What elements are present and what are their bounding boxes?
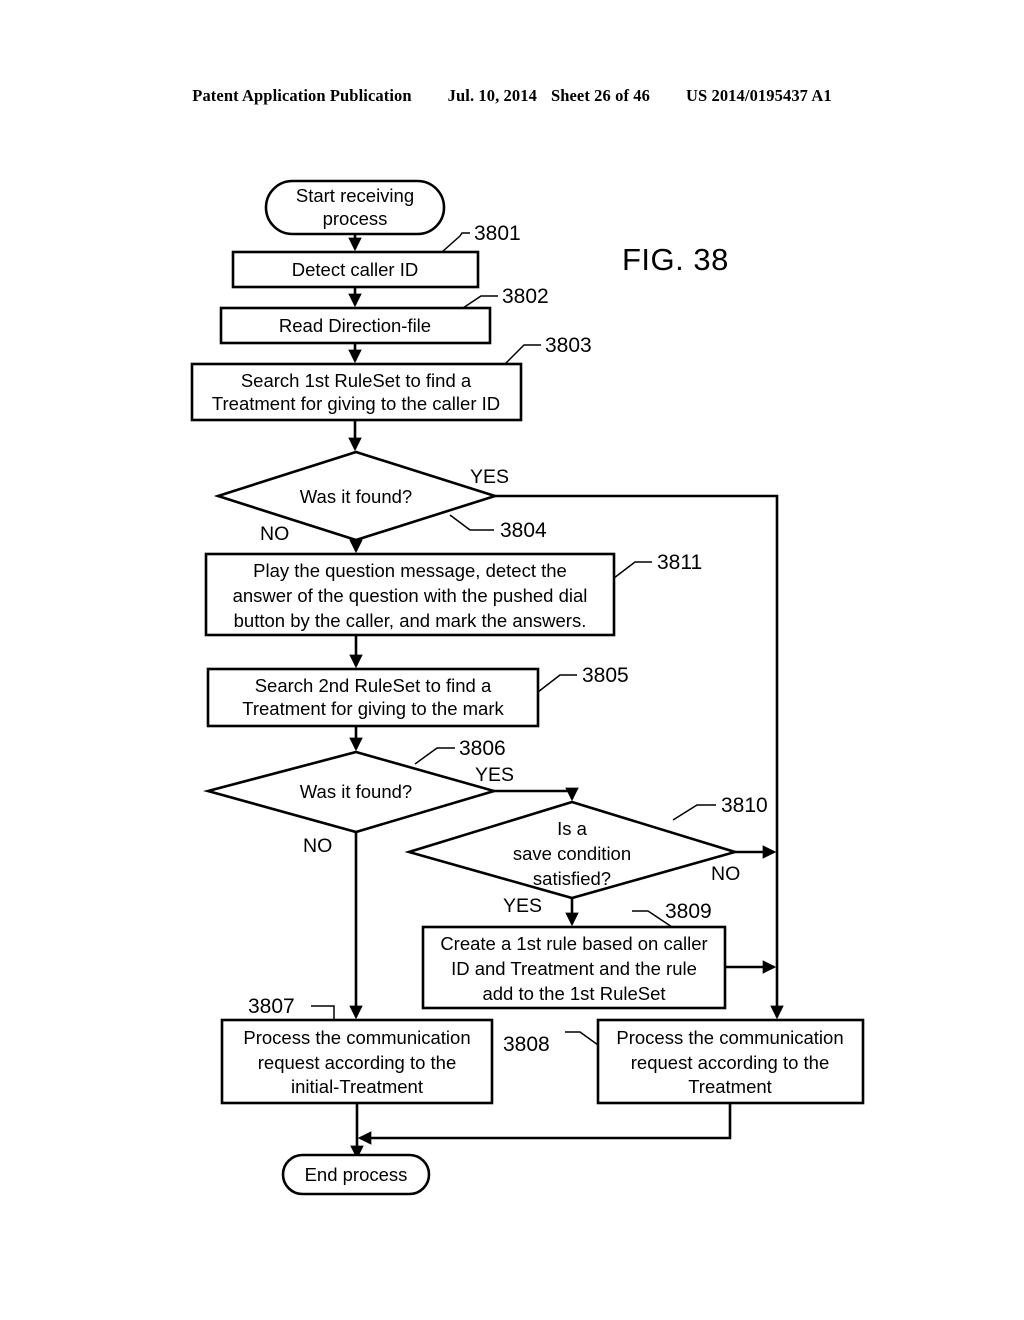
node-3810-line3: satisfied? [533,868,611,889]
node-3811-line1: Play the question message, detect the [253,560,567,581]
node-3808-line1: Process the communication [616,1027,843,1048]
branch-label-no-3804: NO [260,523,289,545]
node-3804-line1: Was it found? [300,486,412,507]
node-3811-line2: answer of the question with the pushed d… [233,585,588,606]
node-3807-line3: initial-Treatment [291,1076,423,1097]
node-3807-line1: Process the communication [243,1027,470,1048]
node-3807: Process the communication request accord… [220,1018,494,1105]
leader-3806 [414,747,455,765]
ref-3801: 3801 [474,222,521,245]
node-start-line1: Start receiving [296,185,414,206]
node-start-line2: process [323,208,388,229]
node-3801: Detect caller ID [231,250,480,289]
branch-label-yes-3804: YES [470,466,509,488]
node-start: Start receiving process [264,179,446,236]
patent-page: Patent Application Publication Jul. 10, 2… [0,0,1024,1320]
node-3808-line3: Treatment [688,1076,772,1097]
ref-3802: 3802 [502,285,549,308]
leader-3804 [449,514,494,531]
node-3809-line3: add to the 1st RuleSet [482,983,665,1004]
node-3806: Was it found? [203,750,499,834]
ref-3803: 3803 [545,334,592,357]
leader-3802 [462,295,498,309]
node-3801-line1: Detect caller ID [292,259,418,280]
node-3810-line1: Is a [557,818,588,839]
leader-3807 [311,1005,335,1020]
flowchart-38: Start receiving process Detect caller ID… [190,179,865,1196]
leader-3810 [672,804,716,821]
node-3811: Play the question message, detect the an… [204,552,616,637]
node-3803-line1: Search 1st RuleSet to find a [241,370,472,391]
branch-label-no-3810: NO [711,863,740,885]
node-3809-line2: ID and Treatment and the rule [451,958,697,979]
node-3803: Search 1st RuleSet to find a Treatment f… [190,362,523,422]
ref-3805: 3805 [582,664,629,687]
edge-3806-yes-to-3810 [494,787,579,802]
branch-label-yes-3810: YES [503,895,542,917]
node-3811-line3: button by the caller, and mark the answe… [234,610,587,631]
leader-3803 [504,344,541,365]
leader-3801 [441,235,461,253]
ref-3809: 3809 [665,900,712,923]
ref-3811: 3811 [657,551,702,574]
leader-3805 [537,674,577,693]
node-3807-line2: request according to the [258,1052,457,1073]
branch-label-no-3806: NO [303,835,332,857]
node-3809: Create a 1st rule based on caller ID and… [421,925,727,1010]
ref-3810: 3810 [721,794,768,817]
leader-3801-tail [459,232,470,237]
branch-label-yes-3806: YES [475,764,514,786]
edge-3808-to-end [357,1103,732,1145]
node-3810-line2: save condition [513,843,631,864]
node-end: End process [281,1153,431,1196]
node-3802: Read Direction-file [219,306,492,345]
node-3810: Is a save condition satisfied? [404,800,740,900]
node-3808-line2: request according to the [631,1052,830,1073]
ref-3804: 3804 [500,519,547,542]
node-3809-line1: Create a 1st rule based on caller [440,933,707,954]
node-3808: Process the communication request accord… [596,1018,865,1105]
node-3805-line2: Treatment for giving to the mark [242,698,504,719]
node-3802-line1: Read Direction-file [279,315,431,336]
leader-3811 [613,561,652,579]
node-3805: Search 2nd RuleSet to find a Treatment f… [206,667,540,728]
node-end-line1: End process [305,1164,408,1185]
ref-3808: 3808 [503,1033,550,1056]
node-3806-line1: Was it found? [300,781,412,802]
node-3803-line2: Treatment for giving to the caller ID [212,393,500,414]
ref-3806: 3806 [459,737,506,760]
leader-3808 [565,1031,599,1046]
node-3805-line1: Search 2nd RuleSet to find a [255,675,492,696]
ref-3807: 3807 [248,995,295,1018]
